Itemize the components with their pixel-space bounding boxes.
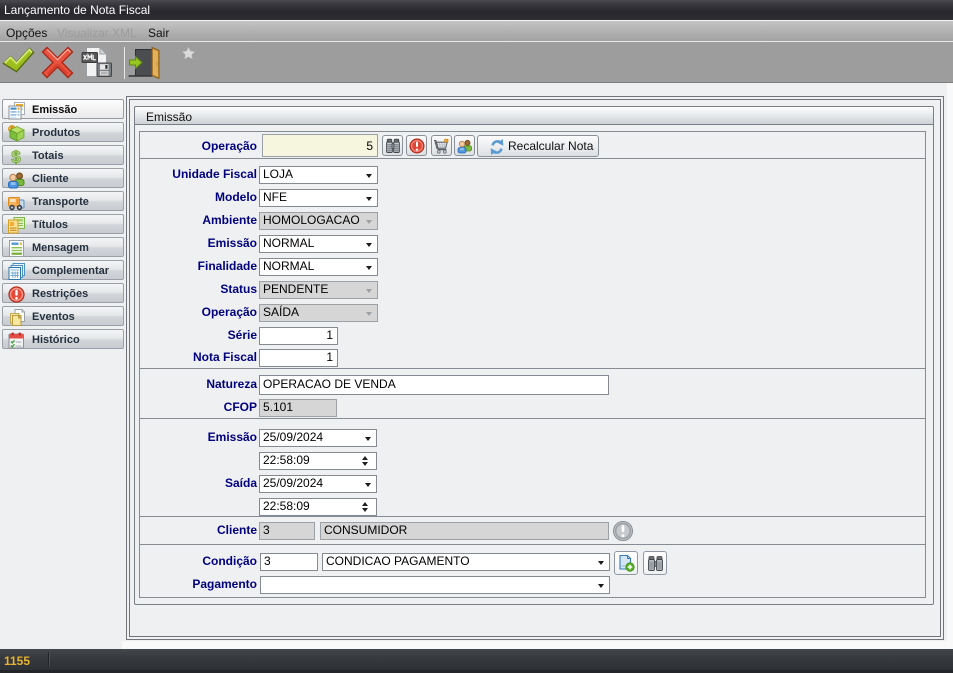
svg-text:$: $ <box>11 148 21 167</box>
